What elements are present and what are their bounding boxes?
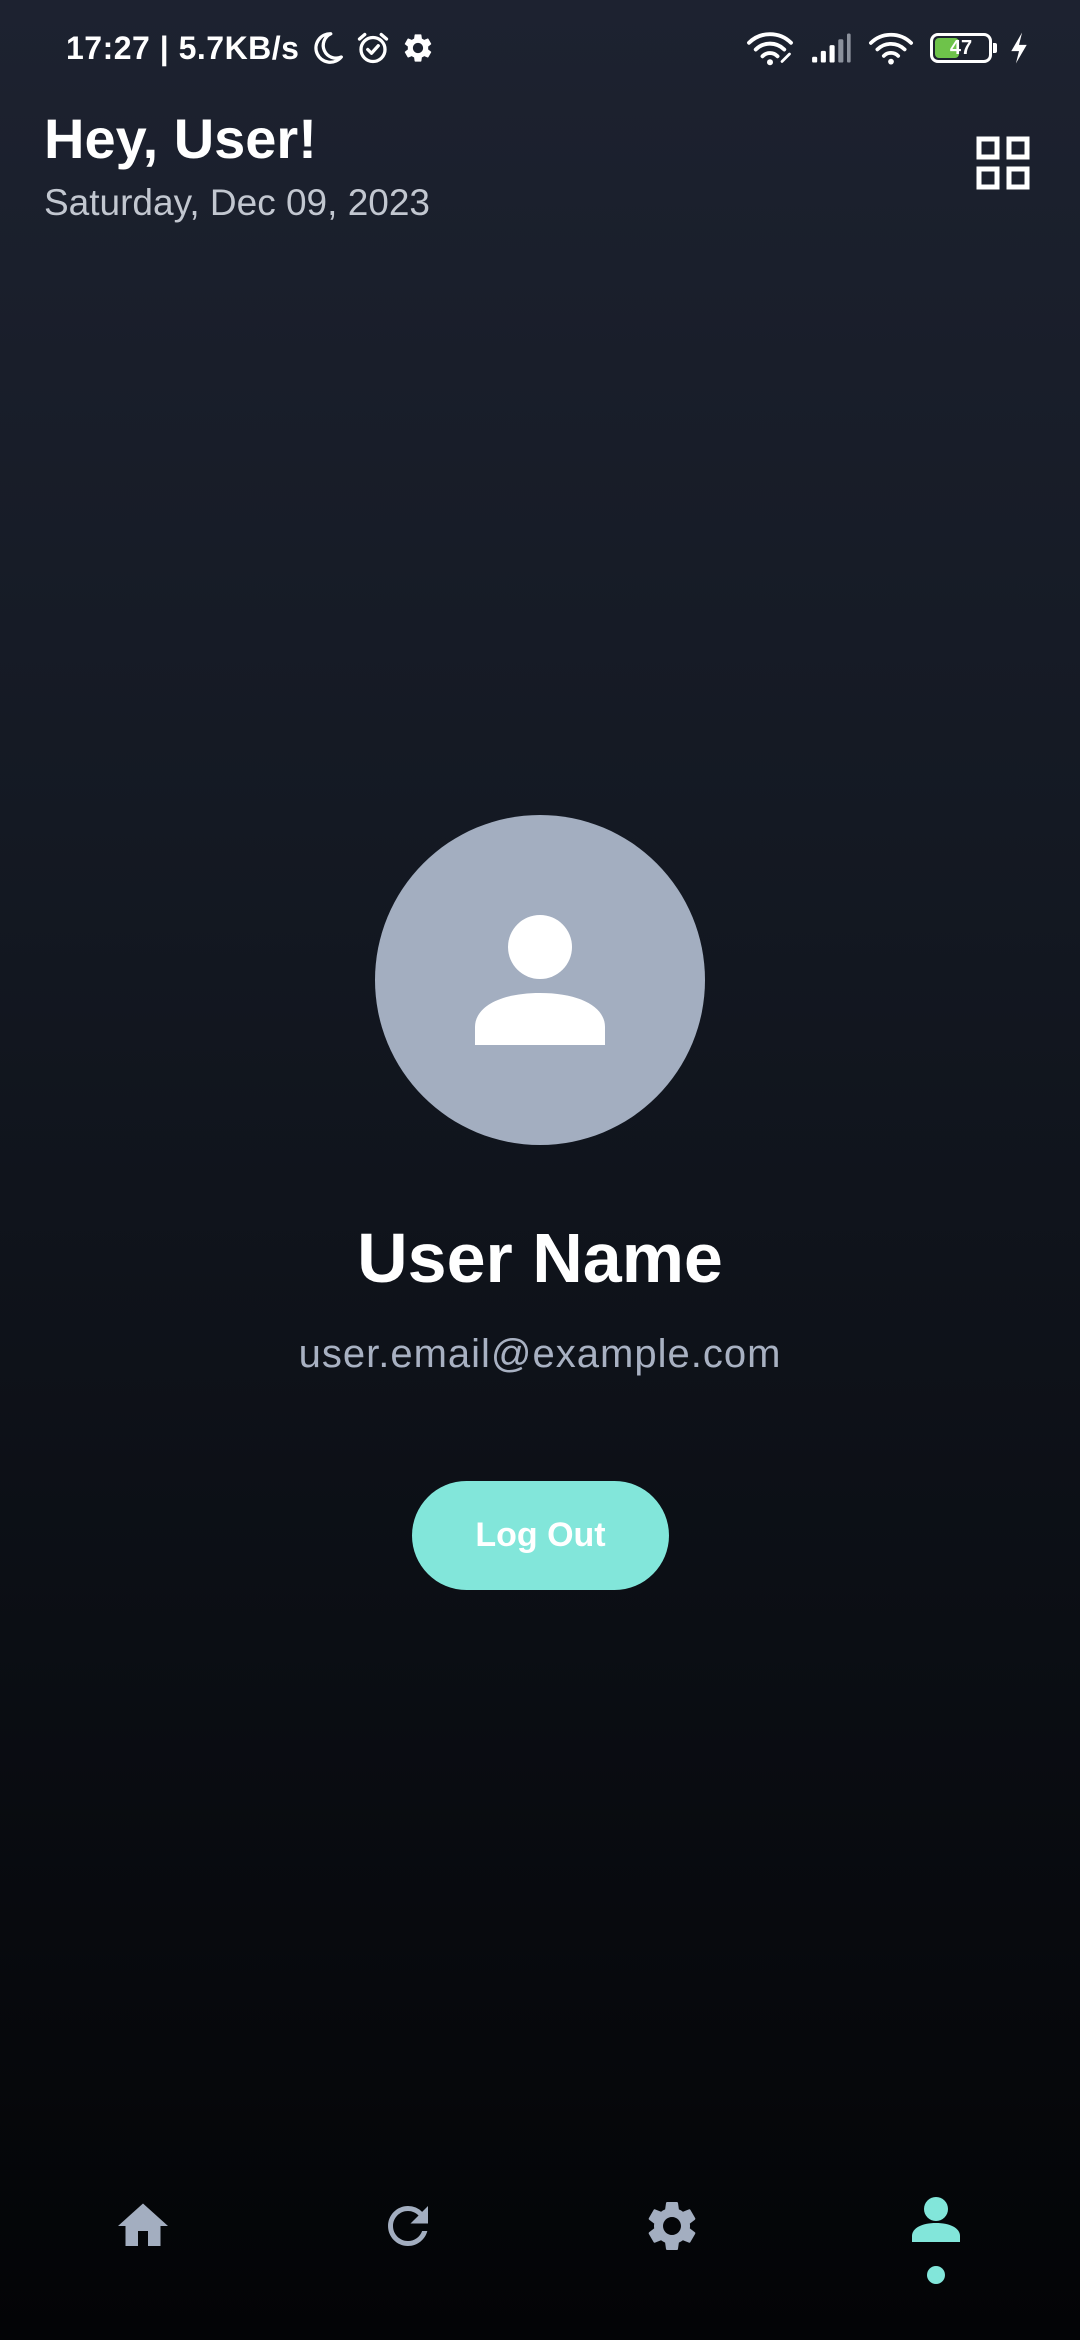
active-indicator-dot bbox=[927, 2266, 945, 2284]
status-bar: 17:27 | 5.7KB/s 47 bbox=[0, 0, 1080, 96]
logout-button[interactable]: Log Out bbox=[412, 1481, 669, 1590]
grid-icon bbox=[976, 136, 1030, 190]
alarm-icon bbox=[355, 30, 391, 66]
bottom-nav bbox=[0, 2180, 1080, 2300]
wifi-icon bbox=[746, 30, 794, 66]
settings-icon bbox=[648, 2202, 696, 2250]
nav-profile[interactable] bbox=[876, 2180, 996, 2300]
nav-home[interactable] bbox=[83, 2180, 203, 2300]
greeting-title: Hey, User! bbox=[44, 107, 317, 170]
battery-level: 47 bbox=[949, 37, 973, 59]
signal-icon bbox=[810, 32, 852, 64]
refresh-icon bbox=[388, 2206, 428, 2246]
moon-icon bbox=[309, 30, 345, 66]
nav-settings[interactable] bbox=[612, 2180, 732, 2300]
wifi-icon bbox=[868, 30, 914, 66]
avatar bbox=[375, 815, 705, 1145]
battery-icon: 47 bbox=[930, 33, 997, 63]
status-time-speed: 17:27 | 5.7KB/s bbox=[66, 29, 300, 66]
profile-icon bbox=[912, 2197, 960, 2242]
user-name: User Name bbox=[357, 1219, 723, 1297]
person-icon bbox=[475, 915, 605, 1045]
date-subtitle: Saturday, Dec 09, 2023 bbox=[44, 182, 431, 223]
grid-menu-button[interactable] bbox=[976, 136, 1030, 190]
status-right: 47 bbox=[746, 24, 1030, 72]
home-icon bbox=[118, 2203, 168, 2246]
status-left: 17:27 | 5.7KB/s bbox=[66, 24, 435, 72]
user-email: user.email@example.com bbox=[298, 1332, 782, 1376]
charging-icon bbox=[1008, 31, 1030, 65]
nav-refresh[interactable] bbox=[348, 2180, 468, 2300]
gear-icon bbox=[401, 31, 435, 65]
